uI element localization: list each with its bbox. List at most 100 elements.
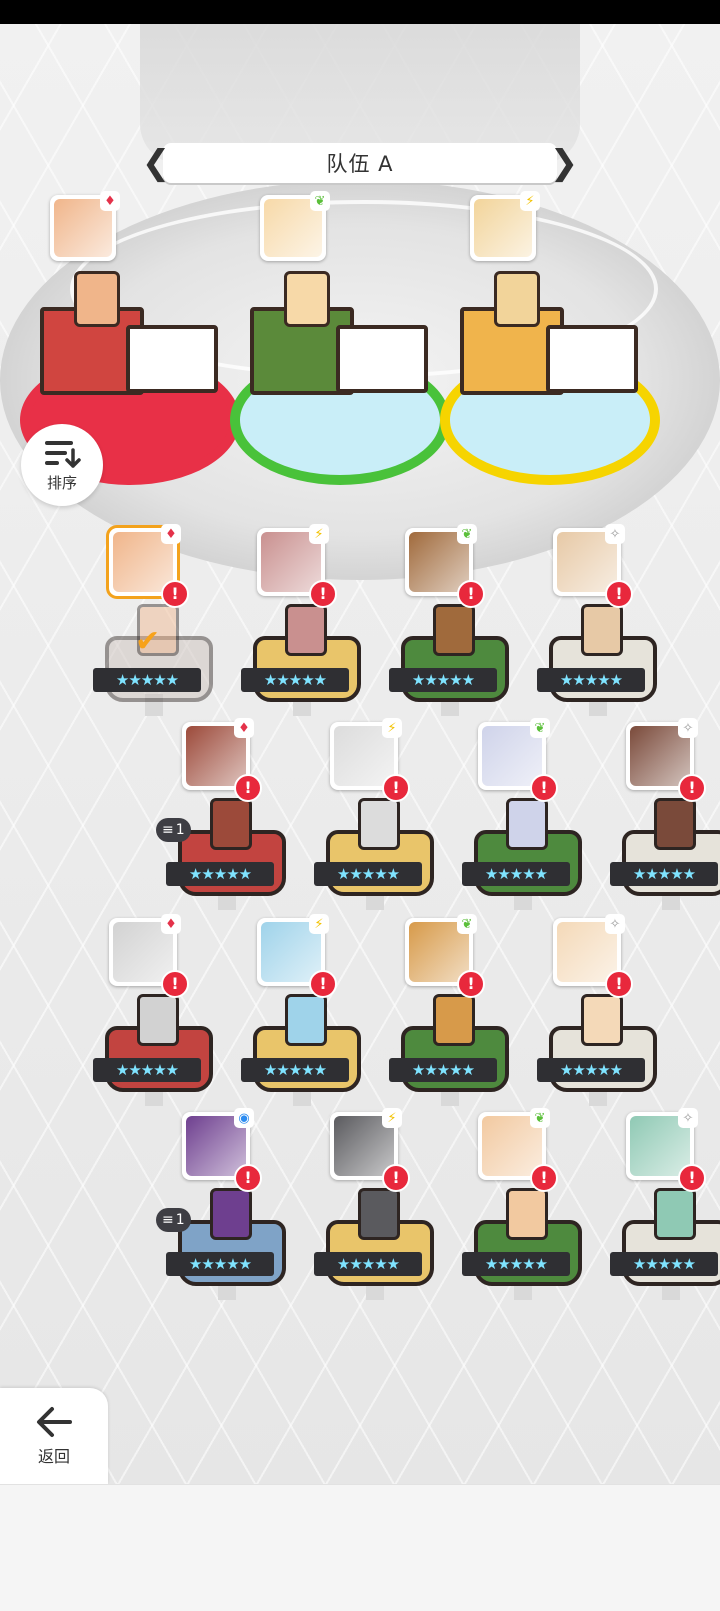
hero-card[interactable]: ★★★★★ ✧! [610,718,720,912]
star-rating: ★★★★★ [537,668,645,692]
alert-badge-icon: ! [234,774,262,802]
star-rating: ★★★★★ [166,862,274,886]
heart-icon: ♦ [234,718,254,738]
arrow-left-icon [37,1407,72,1437]
lightning-icon: ⚡ [309,914,329,934]
alert-badge-icon: ! [234,1164,262,1192]
chibi-figure [74,271,120,327]
alert-badge-icon: ! [382,1164,410,1192]
chibi-figure [358,798,400,850]
chibi-figure [506,798,548,850]
sort-button[interactable]: 排序 [21,424,103,506]
status-bar [0,0,720,24]
alert-badge-icon: ! [161,580,189,608]
hero-card[interactable]: ★★★★★ ♦! ✔ [93,524,215,718]
team-slot[interactable]: ❦ [230,191,450,485]
heart-icon: ♦ [161,914,181,934]
lightning-icon: ⚡ [382,1108,402,1128]
hero-card[interactable]: ★★★★★ ❦! [462,718,584,912]
star-rating: ★★★★★ [241,668,349,692]
alert-badge-icon: ! [605,580,633,608]
alert-badge-icon: ! [678,1164,706,1192]
leaf-icon: ❦ [310,191,330,211]
hero-card[interactable]: ★★★★★ ✧! [537,914,659,1108]
level-icon: ≡ [162,822,174,838]
alert-badge-icon: ! [678,774,706,802]
chibi-figure [284,271,330,327]
star-rating: ★★★★★ [462,1252,570,1276]
level-value: 1 [175,1212,185,1228]
hero-card[interactable]: ★★★★★ ♦! [93,914,215,1108]
alert-badge-icon: ! [605,970,633,998]
sort-icon [45,440,81,468]
star-rating: ★★★★★ [610,862,718,886]
team-selector: ❮ 队伍 A ❯ [142,143,578,183]
chevron-right-icon[interactable]: ❯ [550,143,579,183]
hero-card[interactable]: ★★★★★ ❦! [389,524,511,718]
star-rating: ★★★★★ [241,1058,349,1082]
heart-icon: ♦ [161,524,181,544]
star-rating: ★★★★★ [93,1058,201,1082]
hero-card[interactable]: ★★★★★ ♦! ≡ 1 [156,718,288,912]
empty-cube [546,325,638,393]
star-rating: ★★★★★ [166,1252,274,1276]
alert-badge-icon: ! [309,970,337,998]
chibi-figure [137,994,179,1046]
chibi-figure [210,1188,252,1240]
star-rating: ★★★★★ [462,862,570,886]
level-badge: ≡ 1 [156,818,191,842]
hero-card[interactable]: ★★★★★ ✧! [537,524,659,718]
chibi-figure [581,604,623,656]
chibi-figure [433,994,475,1046]
alert-badge-icon: ! [457,970,485,998]
back-button[interactable]: 返回 [0,1388,108,1484]
star-rating: ★★★★★ [537,1058,645,1082]
leaf-icon: ❦ [530,1108,550,1128]
chibi-figure [494,271,540,327]
alert-badge-icon: ! [530,774,558,802]
chibi-figure [506,1188,548,1240]
leaf-icon: ❦ [457,914,477,934]
level-value: 1 [175,822,185,838]
team-slot[interactable]: ⚡ [440,191,660,485]
hero-portrait[interactable]: ❦ [260,191,330,261]
empty-cube [126,325,218,393]
chibi-figure [654,798,696,850]
hero-card[interactable]: ★★★★★ ❦! [462,1108,584,1302]
hero-portrait[interactable]: ♦ [50,191,120,261]
hero-card[interactable]: ★★★★★ ⚡! [314,1108,436,1302]
star-rating: ★★★★★ [314,1252,422,1276]
checkmark-icon: ✔ [135,624,161,659]
star-rating: ★★★★★ [93,668,201,692]
empty-cube [336,325,428,393]
water-icon: ◉ [234,1108,254,1128]
star-rating: ★★★★★ [610,1252,718,1276]
hero-card[interactable]: ★★★★★ ⚡! [241,914,363,1108]
leaf-icon: ❦ [530,718,550,738]
sparkle-icon: ✧ [605,914,625,934]
hero-card[interactable]: ★★★★★ ⚡! [241,524,363,718]
chevron-left-icon[interactable]: ❮ [142,143,171,183]
hero-card[interactable]: ★★★★★ ✧! [610,1108,720,1302]
star-rating: ★★★★★ [389,1058,497,1082]
team-title: 队伍 A [326,152,394,176]
alert-badge-icon: ! [161,970,189,998]
navigation-bar [0,1484,720,1611]
chibi-figure [433,604,475,656]
hero-portrait[interactable]: ⚡ [470,191,540,261]
sparkle-icon: ✧ [678,1108,698,1128]
sort-label: 排序 [46,473,77,492]
hero-card[interactable]: ★★★★★ ⚡! [314,718,436,912]
sparkle-icon: ✧ [605,524,625,544]
alert-badge-icon: ! [530,1164,558,1192]
lightning-icon: ⚡ [309,524,329,544]
chibi-figure [581,994,623,1046]
hero-card[interactable]: ★★★★★ ❦! [389,914,511,1108]
star-rating: ★★★★★ [314,862,422,886]
chibi-figure [210,798,252,850]
star-rating: ★★★★★ [389,668,497,692]
hero-card[interactable]: ★★★★★ ◉! ≡ 1 [156,1108,288,1302]
back-label: 返回 [37,1447,70,1466]
alert-badge-icon: ! [309,580,337,608]
alert-badge-icon: ! [457,580,485,608]
